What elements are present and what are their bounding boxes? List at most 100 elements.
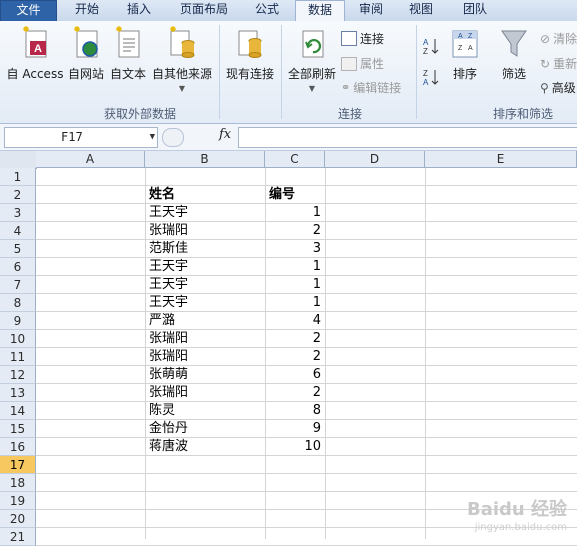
cell-number[interactable]: 1 <box>265 258 321 276</box>
watermark-brand: Baidu 经验 <box>466 499 567 520</box>
row-header-7[interactable]: 7 <box>0 276 36 294</box>
row-header-12[interactable]: 12 <box>0 366 36 384</box>
row-header-21[interactable]: 21 <box>0 528 36 546</box>
row-header-13[interactable]: 13 <box>0 384 36 402</box>
column-header-e[interactable]: E <box>425 151 577 168</box>
from-web-button[interactable]: 自网站 <box>66 25 106 82</box>
cell-name[interactable]: 王天宇 <box>149 258 188 276</box>
cell-name[interactable]: 蒋唐波 <box>149 438 188 456</box>
tab-page-layout[interactable]: 页面布局 <box>168 0 240 20</box>
row-header-11[interactable]: 11 <box>0 348 36 366</box>
row-header-2[interactable]: 2 <box>0 186 36 204</box>
cell-name[interactable]: 王天宇 <box>149 204 188 222</box>
svg-text:A: A <box>423 78 429 86</box>
column-header-b[interactable]: B <box>145 151 265 168</box>
advanced-filter-button[interactable]: ⚲ 高级 <box>540 79 576 96</box>
column-header-d[interactable]: D <box>325 151 425 168</box>
existing-connections-button[interactable]: 现有连接 <box>223 25 277 82</box>
cell-number[interactable]: 2 <box>265 330 321 348</box>
grid-line <box>425 168 426 539</box>
clear-filter-button[interactable]: ⊘ 清除 <box>540 30 577 47</box>
tab-insert[interactable]: 插入 <box>114 0 164 20</box>
tab-view[interactable]: 视图 <box>398 0 444 20</box>
cell-name[interactable]: 金怡丹 <box>149 420 188 438</box>
row-header-5[interactable]: 5 <box>0 240 36 258</box>
row-header-1[interactable]: 1 <box>0 168 36 186</box>
cell-name[interactable]: 王天宇 <box>149 294 188 312</box>
cell-name[interactable]: 严潞 <box>149 312 175 330</box>
svg-text:Z: Z <box>423 47 428 55</box>
row-header-16[interactable]: 16 <box>0 438 36 456</box>
connections-button[interactable]: 连接 <box>341 30 384 47</box>
cell-number[interactable]: 2 <box>265 348 321 366</box>
row-header-3[interactable]: 3 <box>0 204 36 222</box>
column-header-c[interactable]: C <box>265 151 325 168</box>
from-other-sources-button[interactable]: 自其他来源 ▼ <box>150 25 214 93</box>
chevron-down-icon[interactable]: ▼ <box>150 128 155 147</box>
cell-number[interactable]: 10 <box>265 438 321 456</box>
cell-header-name[interactable]: 姓名 <box>149 186 175 204</box>
row-header-17[interactable]: 17 <box>0 456 36 474</box>
cell-number[interactable]: 8 <box>265 402 321 420</box>
cell-name[interactable]: 张瑞阳 <box>149 384 188 402</box>
select-all-corner[interactable] <box>0 151 37 169</box>
tab-team[interactable]: 团队 <box>450 0 500 20</box>
cell-name[interactable]: 张瑞阳 <box>149 222 188 240</box>
worksheet-grid[interactable]: ABCDE 1 2 3 4 5 6 7 8 9 10 11 12 13 14 15 16 17 18 19 20 21 … <box>0 151 577 546</box>
properties-icon <box>341 56 357 71</box>
row-header-15[interactable]: 15 <box>0 420 36 438</box>
clear-filter-label: 清除 <box>553 32 577 46</box>
cell-name[interactable]: 王天宇 <box>149 276 188 294</box>
row-header-9[interactable]: 9 <box>0 312 36 330</box>
ribbon-tab-bar: 文件 开始 插入 页面布局 公式 数据 审阅 视图 团队 <box>0 0 577 23</box>
cell-number[interactable]: 1 <box>265 204 321 222</box>
cell-number[interactable]: 1 <box>265 276 321 294</box>
cell-number[interactable]: 4 <box>265 312 321 330</box>
sort-button[interactable]: A Z Z A 排序 <box>446 25 484 82</box>
reapply-icon: ↻ <box>540 56 551 71</box>
name-box[interactable]: F17 ▼ <box>4 127 158 148</box>
row-header-4[interactable]: 4 <box>0 222 36 240</box>
cell-number[interactable]: 9 <box>265 420 321 438</box>
row-header-8[interactable]: 8 <box>0 294 36 312</box>
cell-name[interactable]: 张瑞阳 <box>149 348 188 366</box>
from-text-button[interactable]: 自文本 <box>108 25 148 82</box>
formula-input[interactable] <box>238 127 577 148</box>
from-access-button[interactable]: A 自 Access <box>4 25 66 82</box>
row-header-14[interactable]: 14 <box>0 402 36 420</box>
row-header-19[interactable]: 19 <box>0 492 36 510</box>
tab-file[interactable]: 文件 <box>0 0 57 22</box>
tab-formulas[interactable]: 公式 <box>244 0 290 20</box>
cell-name[interactable]: 张瑞阳 <box>149 330 188 348</box>
refresh-all-button[interactable]: 全部刷新 ▼ <box>286 25 338 93</box>
ribbon-data: A 自 Access 自网站 自文本 自其他来源 ▼ 现有连接 获取外部数据 全… <box>0 21 577 124</box>
formula-bar-resize-handle[interactable] <box>162 128 184 147</box>
cell-name[interactable]: 陈灵 <box>149 402 175 420</box>
from-other-sources-label: 自其他来源 <box>151 67 212 81</box>
svg-text:A: A <box>458 33 463 40</box>
properties-button[interactable]: 属性 <box>341 55 384 72</box>
cell-name[interactable]: 范斯佳 <box>149 240 188 258</box>
cell-name[interactable]: 张萌萌 <box>149 366 188 384</box>
grid-line <box>36 185 577 186</box>
cell-header-number[interactable]: 编号 <box>269 186 295 204</box>
column-header-a[interactable]: A <box>36 151 145 168</box>
cell-number[interactable]: 1 <box>265 294 321 312</box>
cell-number[interactable]: 6 <box>265 366 321 384</box>
filter-button[interactable]: 筛选 <box>494 25 534 82</box>
row-header-6[interactable]: 6 <box>0 258 36 276</box>
tab-review[interactable]: 审阅 <box>348 0 394 20</box>
tab-data[interactable]: 数据 <box>295 0 345 23</box>
edit-links-button[interactable]: ⚭ 编辑链接 <box>341 79 401 96</box>
reapply-button[interactable]: ↻ 重新 <box>540 55 577 72</box>
row-header-10[interactable]: 10 <box>0 330 36 348</box>
sort-a-to-z-button[interactable]: A Z <box>422 37 440 55</box>
tab-home[interactable]: 开始 <box>62 0 112 20</box>
cell-number[interactable]: 2 <box>265 222 321 240</box>
cell-number[interactable]: 3 <box>265 240 321 258</box>
row-header-20[interactable]: 20 <box>0 510 36 528</box>
sort-z-to-a-button[interactable]: Z A <box>422 68 440 86</box>
row-header-18[interactable]: 18 <box>0 474 36 492</box>
insert-function-icon[interactable]: fx <box>219 127 231 142</box>
cell-number[interactable]: 2 <box>265 384 321 402</box>
